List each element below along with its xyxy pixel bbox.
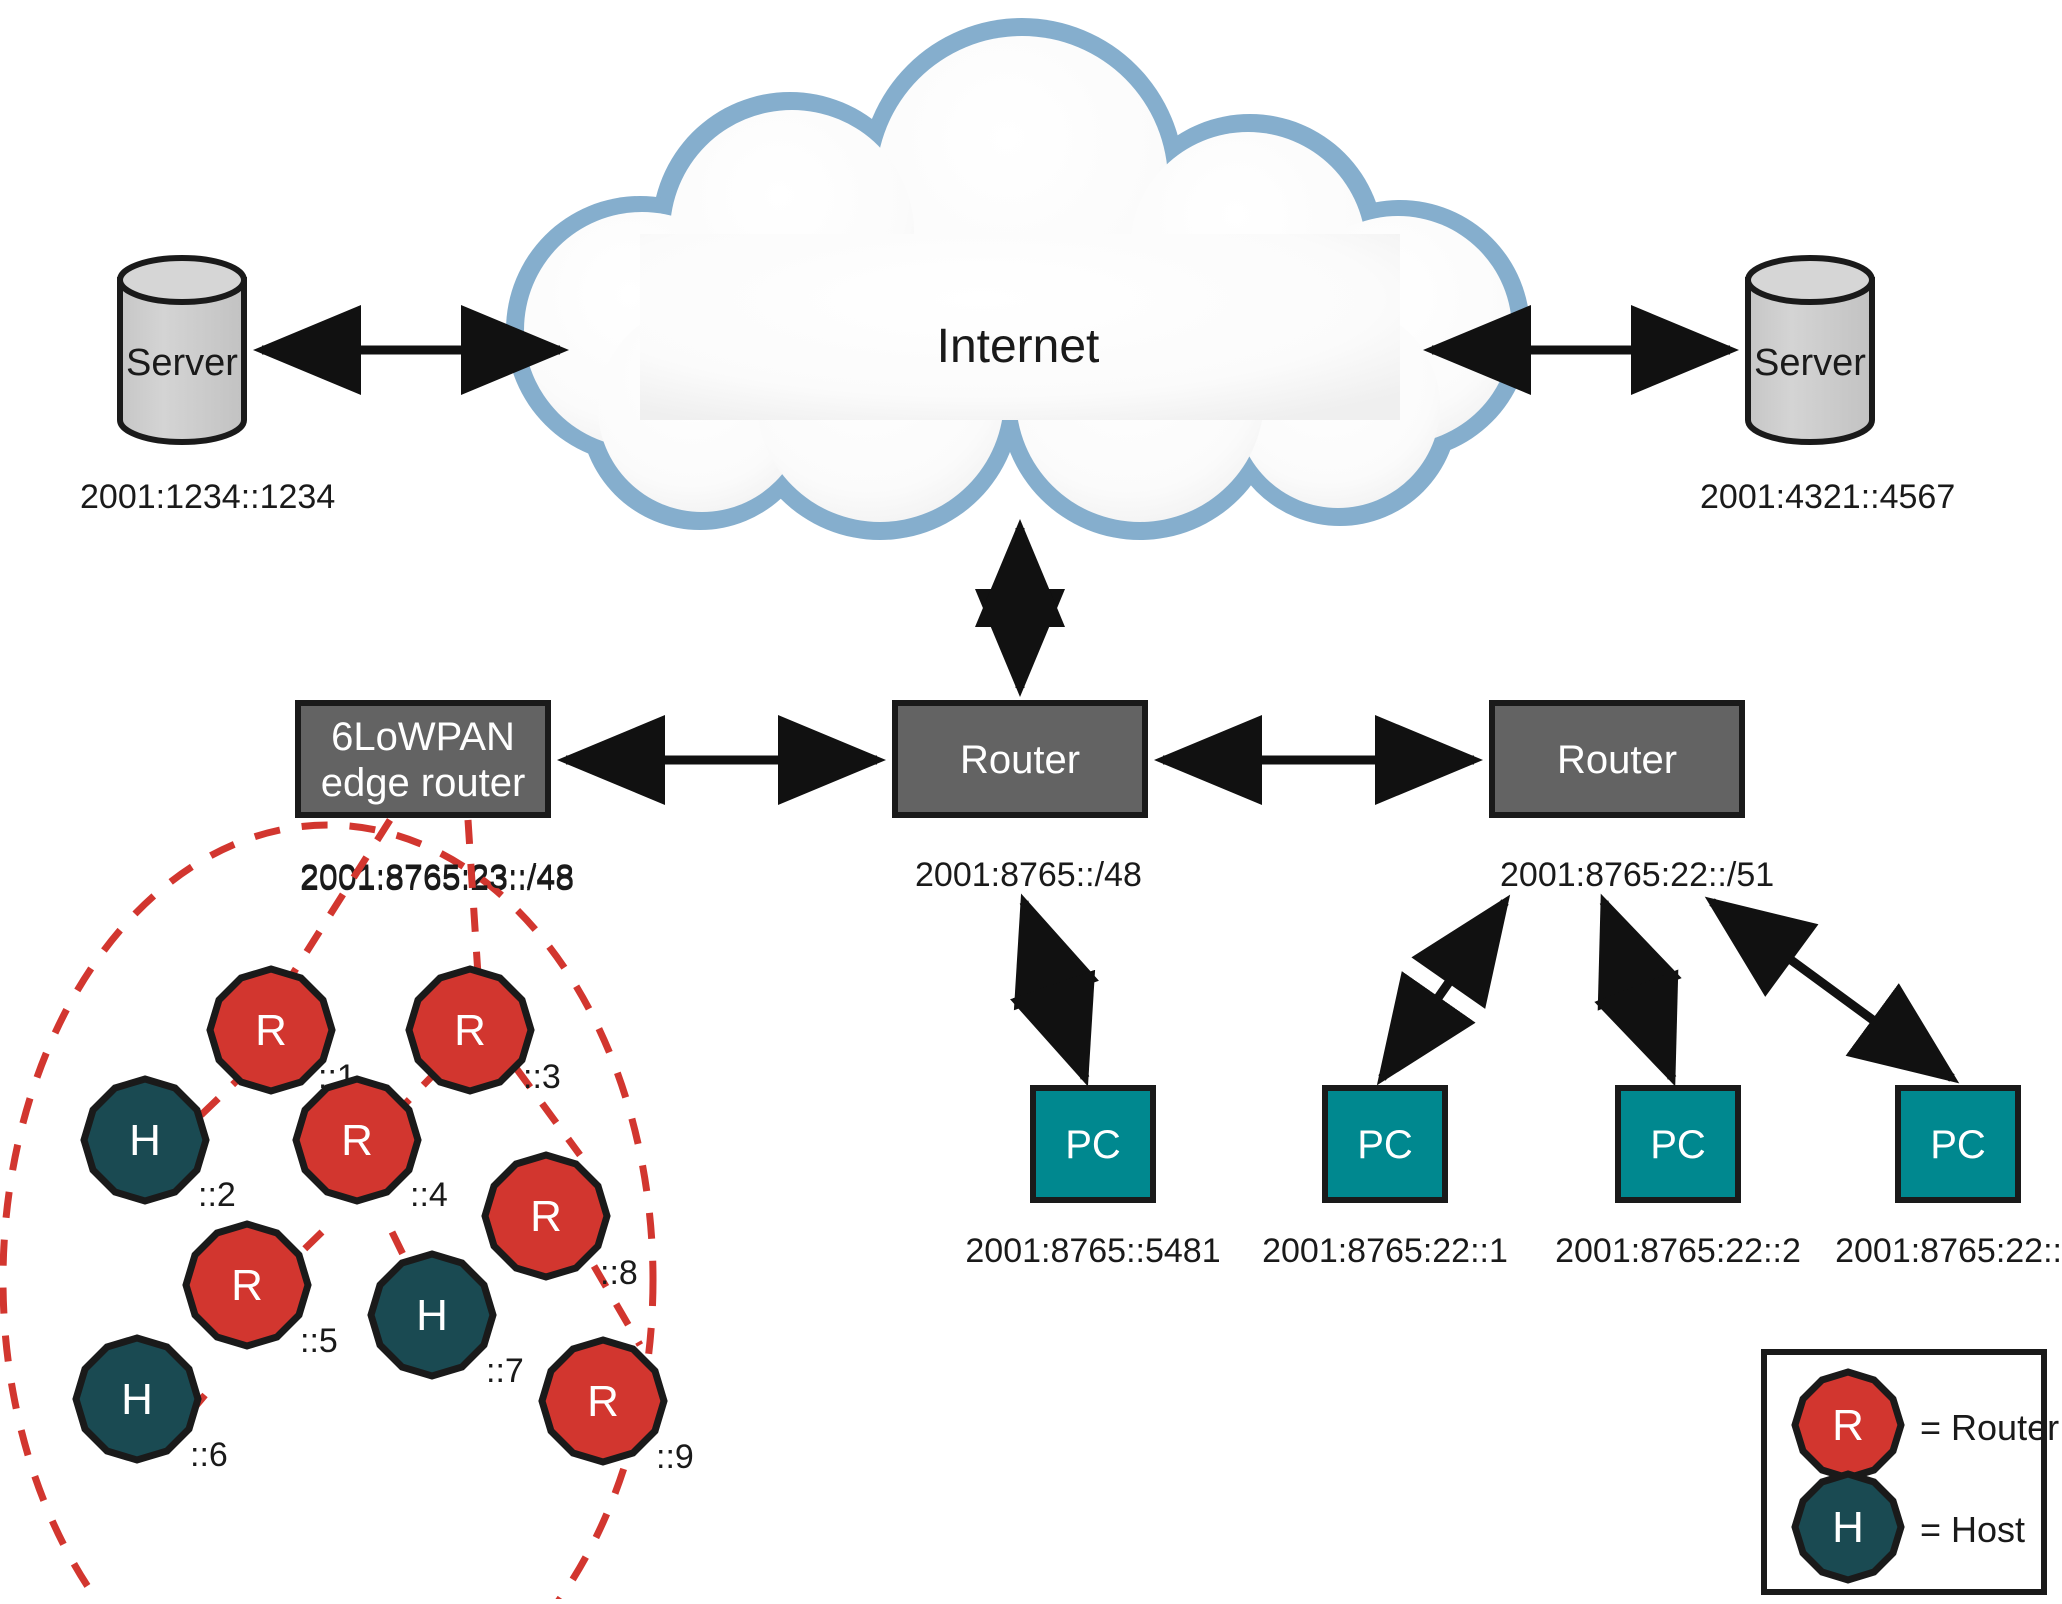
server-left-address: 2001:1234::1234 (80, 478, 335, 516)
mesh-node-n6-glyph: H (121, 1375, 153, 1424)
router-core-address: 2001:8765::/48 (915, 856, 1142, 894)
router-edge-label-line1: 6LoWPAN (331, 715, 515, 759)
mesh-node-n6[interactable]: H (72, 1334, 202, 1464)
pc-box-4[interactable]: PC (1895, 1085, 2021, 1203)
router-right-address: 2001:8765:22::/51 (1500, 856, 1774, 894)
arrow-right-router-to-pc-4 (1704, 896, 1960, 1084)
legend-router-text: = Router (1920, 1407, 2059, 1448)
mesh-node-n9[interactable]: R (538, 1336, 668, 1466)
mesh-node-n3-glyph: R (454, 1006, 486, 1055)
mesh-node-n5[interactable]: R (182, 1220, 312, 1350)
mesh-node-n5-glyph: R (231, 1261, 263, 1310)
mesh-node-n2[interactable]: H (80, 1075, 210, 1205)
legend-router-glyph: R (1832, 1401, 1864, 1450)
pc-2-label: PC (1357, 1123, 1413, 1167)
legend-host-text: = Host (1920, 1509, 2025, 1550)
mesh-node-n8-glyph: R (530, 1192, 562, 1241)
mesh-node-n7-glyph: H (416, 1291, 448, 1340)
mesh-node-n7-suffix: ::7 (486, 1352, 524, 1390)
router-box-edge[interactable]: 6LoWPAN edge router (295, 700, 551, 818)
arrow-core-router-to-pc-1 (1010, 893, 1099, 1087)
pc-4-address: 2001:8765:22::3 (1835, 1232, 2062, 1270)
router-box-core[interactable]: Router (892, 700, 1148, 818)
server-left: Server (117, 255, 247, 445)
mesh-node-n4[interactable]: R (292, 1075, 422, 1205)
mesh-node-n9-suffix: ::9 (656, 1438, 694, 1476)
mesh-node-n9-glyph: R (587, 1377, 619, 1426)
pc-3-label: PC (1650, 1123, 1706, 1167)
cloud-label: Internet (937, 320, 1100, 373)
pc-1-label: PC (1065, 1123, 1121, 1167)
router-edge-label-line2: edge router (321, 761, 526, 805)
mesh-node-n8-suffix: ::8 (600, 1254, 638, 1292)
server-left-label: Server (126, 342, 238, 384)
router-right-label: Router (1557, 738, 1677, 782)
mesh-node-n8[interactable]: R (481, 1151, 611, 1281)
legend-host-glyph: H (1832, 1503, 1864, 1552)
pc-box-3[interactable]: PC (1615, 1085, 1741, 1203)
mesh-node-n2-suffix: ::2 (198, 1176, 236, 1214)
mesh-node-n2-glyph: H (129, 1116, 161, 1165)
mesh-node-n3-suffix: ::3 (523, 1058, 561, 1096)
pc-2-address: 2001:8765:22::1 (1262, 1232, 1508, 1270)
mesh-node-n7[interactable]: H (367, 1250, 497, 1380)
lowpan-subnet-label: 2001:8765:23::/48 (300, 858, 574, 896)
network-topology-diagram: Internet Server 2001:1234::1234 Server 2… (0, 0, 2062, 1604)
mesh-node-n6-suffix: ::6 (190, 1436, 228, 1474)
mesh-node-n1[interactable]: R (206, 965, 336, 1095)
server-right-label: Server (1754, 342, 1866, 384)
pc-box-1[interactable]: PC (1030, 1085, 1156, 1203)
pc-3-address: 2001:8765:22::2 (1555, 1232, 1801, 1270)
arrow-right-router-to-pc-3 (1594, 893, 1682, 1087)
mesh-node-n5-suffix: ::5 (300, 1322, 338, 1360)
server-right-address: 2001:4321::4567 (1700, 478, 1955, 516)
legend: R = Router H = Host (1761, 1349, 2059, 1595)
pc-4-label: PC (1930, 1123, 1986, 1167)
server-right: Server (1745, 255, 1875, 445)
pc-box-2[interactable]: PC (1322, 1085, 1448, 1203)
router-core-label: Router (960, 738, 1080, 782)
mesh-node-n1-glyph: R (255, 1006, 287, 1055)
mesh-node-n4-glyph: R (341, 1116, 373, 1165)
pc-1-address: 2001:8765::5481 (965, 1232, 1220, 1270)
mesh-node-n4-suffix: ::4 (410, 1176, 448, 1214)
mesh-node-n3[interactable]: R (405, 965, 535, 1095)
internet-cloud: Internet (506, 18, 1530, 540)
arrow-right-router-to-pc-2 (1376, 894, 1511, 1086)
router-box-right[interactable]: Router (1489, 700, 1745, 818)
